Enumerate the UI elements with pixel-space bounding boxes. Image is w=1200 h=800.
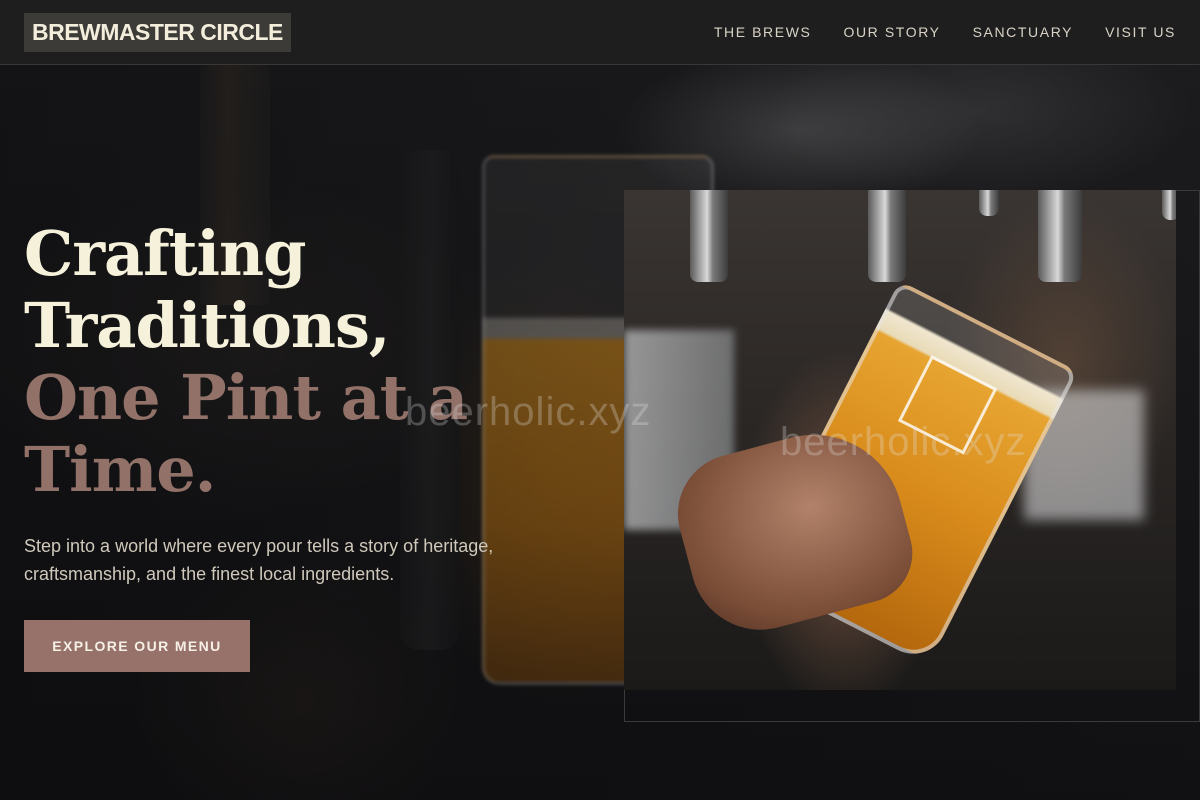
nav-link-our-story[interactable]: OUR STORY — [843, 24, 940, 40]
beer-tap — [1162, 190, 1176, 220]
glass-logo-mark — [897, 355, 998, 455]
site-logo[interactable]: BREWMASTER CIRCLE — [24, 12, 291, 52]
hero-section: Crafting Traditions, One Pint at a Time.… — [24, 218, 564, 672]
hero-description: Step into a world where every pour tells… — [24, 536, 494, 584]
beer-tap — [1038, 190, 1082, 282]
site-header: BREWMASTER CIRCLE THE BREWS OUR STORY SA… — [0, 0, 1200, 65]
beer-tap — [868, 190, 906, 282]
main-nav: THE BREWS OUR STORY SANCTUARY VISIT US — [714, 24, 1176, 40]
hero-title-highlight: One Pint at a — [24, 361, 468, 434]
hero-title-line: Crafting — [24, 217, 306, 290]
nav-link-visit-us[interactable]: VISIT US — [1105, 24, 1176, 40]
hero-title: Crafting Traditions, One Pint at a Time. — [24, 218, 564, 506]
beer-tap — [979, 190, 999, 216]
explore-menu-button[interactable]: EXPLORE OUR MENU — [24, 620, 250, 672]
hero-title-highlight: Time. — [24, 433, 216, 506]
feature-image-beer-pour — [624, 190, 1176, 690]
nav-link-sanctuary[interactable]: SANCTUARY — [973, 24, 1074, 40]
beer-tap — [690, 190, 728, 282]
hero-title-line: Traditions, — [24, 289, 390, 362]
nav-link-the-brews[interactable]: THE BREWS — [714, 24, 812, 40]
